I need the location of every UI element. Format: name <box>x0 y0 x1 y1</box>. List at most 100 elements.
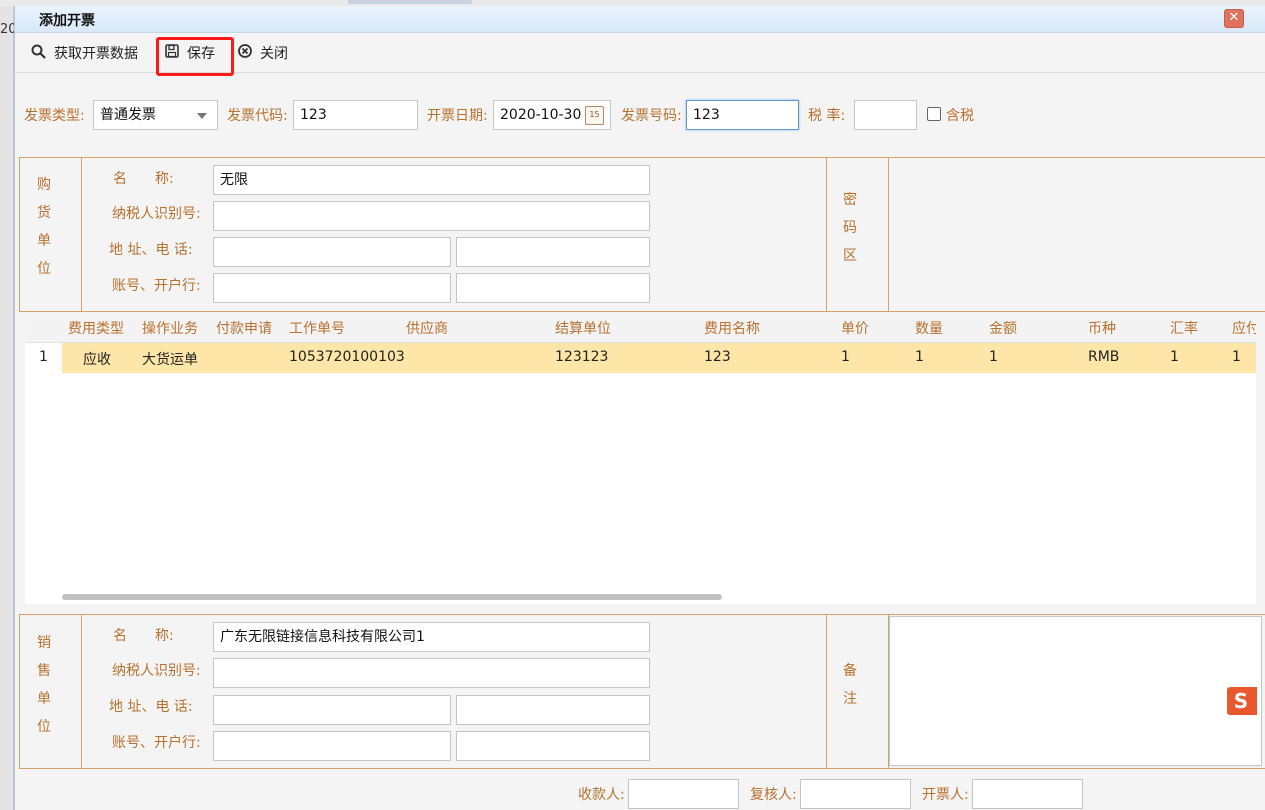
remark-label-1: 备 <box>843 663 857 679</box>
toolbar: 获取开票数据 保存 关闭 <box>15 33 1265 76</box>
column-header[interactable]: 付款申请 <box>216 318 272 338</box>
table-cell: RMB <box>1088 349 1120 365</box>
background-active-tab <box>348 0 472 4</box>
buyer-address-input[interactable] <box>213 237 451 267</box>
table-cell: 1053720100103 <box>289 349 405 365</box>
buyer-section-label-4: 位 <box>37 261 51 277</box>
close-icon[interactable]: ✕ <box>1224 9 1244 28</box>
buyer-name-input[interactable]: 无限 <box>213 165 650 195</box>
buyer-section-label-3: 单 <box>37 233 51 249</box>
drawer-input[interactable] <box>972 779 1083 809</box>
table-cell: 1 <box>1170 349 1179 365</box>
invoice-number-label: 发票号码: <box>621 108 682 124</box>
table-cell: 应收 <box>83 352 111 368</box>
column-header[interactable]: 汇率 <box>1170 318 1198 338</box>
password-area-label-3: 区 <box>843 248 857 264</box>
tax-rate-label: 税 率: <box>808 108 846 124</box>
fetch-label: 获取开票数据 <box>54 46 138 62</box>
column-header[interactable]: 结算单位 <box>555 318 611 338</box>
save-highlight-box <box>156 37 234 76</box>
table-cell: 1 <box>915 349 924 365</box>
reviewer-label: 复核人: <box>750 787 797 803</box>
buyer-bank-label: 账号、开户行: <box>112 278 201 294</box>
password-divider-right <box>888 157 889 312</box>
buyer-name-label: 名 称: <box>113 171 174 187</box>
tax-rate-input[interactable] <box>854 100 917 130</box>
remark-label-2: 注 <box>843 691 857 707</box>
fetch-invoice-data-button[interactable]: 获取开票数据 <box>31 42 138 64</box>
seller-bank-label: 账号、开户行: <box>112 735 201 751</box>
seller-name-input[interactable]: 广东无限链接信息科技有限公司1 <box>213 622 650 652</box>
seller-address-label: 地 址、电 话: <box>109 699 193 715</box>
invoice-date-label: 开票日期: <box>427 108 488 124</box>
invoice-code-label: 发票代码: <box>227 108 288 124</box>
reviewer-input[interactable] <box>800 779 911 809</box>
row-highlight <box>62 343 1256 373</box>
grid-header: 费用类型 操作业务 付款申请 工作单号 供应商 结算单位 费用名称 单价 数量 … <box>25 316 1256 343</box>
invoice-date-value: 2020-10-30 <box>500 107 582 123</box>
tax-included-label: 含税 <box>946 108 974 124</box>
column-header[interactable]: 操作业务 <box>142 318 198 338</box>
column-header[interactable]: 币种 <box>1088 318 1116 338</box>
seller-account-input[interactable] <box>456 731 650 761</box>
remark-divider-left <box>826 614 827 769</box>
seller-name-label: 名 称: <box>113 628 174 644</box>
column-header[interactable]: 应付 <box>1232 318 1256 338</box>
invoice-type-value: 普通发票 <box>100 107 156 123</box>
close-button[interactable]: 关闭 <box>238 42 288 64</box>
table-row[interactable]: 1 应收 大货运单 1053720100103 123123 123 1 1 1… <box>25 343 1256 373</box>
seller-phone-input[interactable] <box>456 695 650 725</box>
chevron-down-icon <box>197 113 207 119</box>
table-cell: 大货运单 <box>142 352 198 368</box>
buyer-account-input[interactable] <box>456 273 650 303</box>
buyer-section-label-1: 购 <box>37 177 51 193</box>
fee-grid: 费用类型 操作业务 付款申请 工作单号 供应商 结算单位 费用名称 单价 数量 … <box>25 316 1256 604</box>
dialog-titlebar: 添加开票 ✕ <box>15 6 1265 33</box>
calendar-icon[interactable]: 15 <box>585 106 604 125</box>
row-number: 1 <box>39 349 48 365</box>
table-cell: 123123 <box>555 349 609 365</box>
invoice-type-label: 发票类型: <box>24 108 85 124</box>
invoice-type-select[interactable]: 普通发票 <box>93 100 218 130</box>
column-header[interactable]: 单价 <box>841 318 869 338</box>
payee-label: 收款人: <box>578 787 625 803</box>
buyer-section-label-2: 货 <box>37 205 51 221</box>
svg-text:S: S <box>1234 689 1248 713</box>
ime-logo-icon[interactable]: S <box>1223 684 1257 718</box>
table-cell: 1 <box>841 349 850 365</box>
seller-taxid-label: 纳税人识别号: <box>112 663 201 679</box>
password-area-label-1: 密 <box>843 192 857 208</box>
table-cell: 1 <box>1232 349 1241 365</box>
seller-taxid-input[interactable] <box>213 658 650 688</box>
seller-section-label-2: 售 <box>37 663 51 679</box>
close-label: 关闭 <box>260 46 288 62</box>
tax-included-checkbox[interactable] <box>927 107 941 121</box>
column-header[interactable]: 费用名称 <box>704 318 760 338</box>
seller-address-input[interactable] <box>213 695 451 725</box>
drawer-label: 开票人: <box>922 787 969 803</box>
remark-textarea[interactable] <box>889 616 1262 766</box>
add-invoice-dialog: 添加开票 ✕ 获取开票数据 保存 关闭 发票类型: 普通发票 发票代码: 123… <box>14 6 1265 810</box>
invoice-number-input[interactable]: 123 <box>686 100 799 130</box>
column-header[interactable]: 供应商 <box>406 318 448 338</box>
invoice-code-input[interactable]: 123 <box>293 100 418 130</box>
buyer-phone-input[interactable] <box>456 237 650 267</box>
dialog-title: 添加开票 <box>39 13 95 29</box>
seller-divider <box>81 614 82 769</box>
column-header[interactable]: 数量 <box>915 318 943 338</box>
password-divider-left <box>826 157 827 312</box>
column-header[interactable]: 工作单号 <box>289 318 345 338</box>
buyer-divider <box>81 157 82 312</box>
table-cell: 123 <box>704 349 731 365</box>
column-header[interactable]: 金额 <box>989 318 1017 338</box>
seller-section-label-4: 位 <box>37 719 51 735</box>
column-header[interactable]: 费用类型 <box>68 318 124 338</box>
horizontal-scrollbar[interactable] <box>62 594 722 600</box>
payee-input[interactable] <box>628 779 739 809</box>
invoice-date-input[interactable]: 2020-10-30 15 <box>493 100 611 130</box>
buyer-taxid-label: 纳税人识别号: <box>112 206 201 222</box>
buyer-bank-input[interactable] <box>213 273 451 303</box>
seller-bank-input[interactable] <box>213 731 451 761</box>
buyer-taxid-input[interactable] <box>213 201 650 231</box>
table-cell: 1 <box>989 349 998 365</box>
